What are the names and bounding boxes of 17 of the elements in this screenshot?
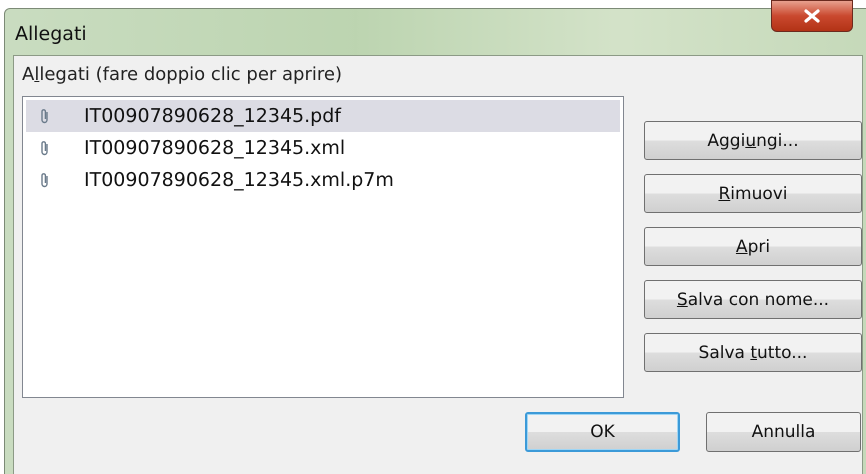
paperclip-icon [40,140,50,156]
attachment-item[interactable]: IT00907890628_12345.pdf [26,100,620,132]
action-button[interactable]: Salva con nome... [644,280,862,319]
attachment-item[interactable]: IT00907890628_12345.xml.p7m [26,164,620,196]
dialog-button[interactable]: OK [525,412,680,452]
close-button[interactable] [771,0,853,32]
paperclip-icon [40,172,50,188]
action-button[interactable]: Aggiungi... [644,121,862,160]
action-button[interactable]: Salva tutto... [644,333,862,372]
paperclip-icon [40,108,50,124]
action-button[interactable]: Apri [644,227,862,266]
window-title: Allegati [15,23,87,45]
dialog-button[interactable]: Annulla [706,412,861,452]
list-label: Allegati (fare doppio clic per aprire) [22,63,343,87]
close-icon [803,9,821,23]
attachment-item[interactable]: IT00907890628_12345.xml [26,132,620,164]
action-button[interactable]: Rimuovi [644,174,862,213]
